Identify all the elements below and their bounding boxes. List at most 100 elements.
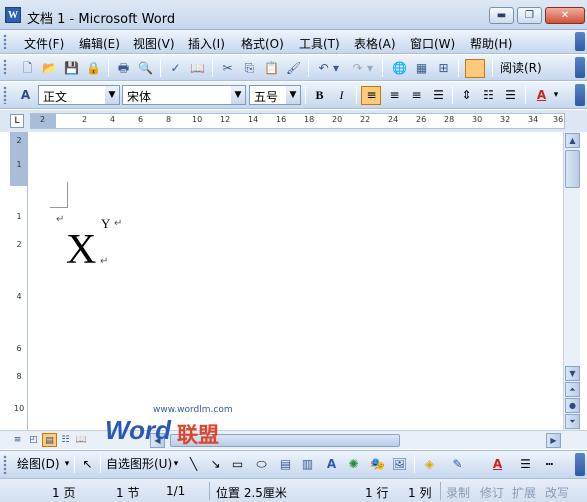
vertical-scrollbar[interactable]: ▲ ▼ ⏶ ● ⏷ (563, 132, 580, 430)
close-button[interactable]: ✕ (545, 7, 585, 24)
align-right-icon[interactable]: ≡ (407, 86, 426, 105)
document-page[interactable]: ↵ X Y ↵ ↵ (30, 132, 563, 430)
style-select[interactable]: 正文 ▼ (38, 85, 120, 105)
spelling-icon[interactable]: ✓ (166, 59, 185, 78)
size-select[interactable]: 五号 ▼ (249, 85, 301, 105)
styles-pane-icon[interactable]: A (16, 86, 35, 105)
chevron-down-icon[interactable]: ▼ (231, 86, 245, 104)
line-icon[interactable]: ╲ (184, 455, 203, 474)
chevron-down-icon[interactable]: ▾ (62, 455, 72, 474)
font-color-icon[interactable]: A (488, 455, 507, 474)
diagram-icon[interactable]: ✺ (344, 455, 363, 474)
toolbar-grip[interactable] (3, 59, 7, 76)
bullets-icon[interactable]: ☰ (501, 86, 520, 105)
paste-icon[interactable]: 📋 (262, 59, 281, 78)
save-icon[interactable]: 💾 (62, 59, 81, 78)
superscript-character[interactable]: Y (101, 216, 110, 232)
cut-icon[interactable]: ✂ (218, 59, 237, 78)
formatting-toolbar-options[interactable] (575, 84, 585, 106)
picture-icon[interactable]: 🖼 (390, 455, 409, 474)
line-style-icon[interactable]: ☰ (516, 455, 535, 474)
status-extend[interactable]: 扩展 (512, 484, 536, 501)
hyperlink-icon[interactable]: 🌐 (390, 59, 409, 78)
chevron-down-icon[interactable]: ▼ (105, 86, 119, 104)
previous-page-icon[interactable]: ⏶ (565, 382, 580, 397)
arrow-icon[interactable]: ↘ (206, 455, 225, 474)
horizontal-ruler[interactable]: 2 2 4 6 8 10 12 14 16 18 20 22 24 26 28 … (30, 113, 565, 129)
standard-toolbar-options[interactable] (575, 57, 585, 78)
fill-color-icon[interactable]: ◈ (420, 455, 439, 474)
italic-button[interactable]: I (332, 86, 351, 105)
copy-icon[interactable]: ⎘ (240, 59, 259, 78)
horizontal-scrollbar[interactable]: ≡ ◰ ▤ ☷ 📖 ◀ ▶ (0, 430, 587, 449)
dash-style-icon[interactable]: ┅ (540, 455, 559, 474)
font-select[interactable]: 宋体 ▼ (122, 85, 246, 105)
tab-selector[interactable]: L (10, 114, 24, 128)
menu-format[interactable]: 格式(O) (239, 34, 286, 53)
print-icon[interactable]: 🖶 (114, 59, 133, 78)
distribute-icon[interactable]: ☰ (429, 86, 448, 105)
font-color-dropdown-icon[interactable]: ▾ (551, 86, 561, 105)
status-overtype[interactable]: 改写 (545, 484, 569, 501)
bold-button[interactable]: B (310, 86, 329, 105)
menu-view[interactable]: 视图(V) (131, 34, 177, 53)
permission-icon[interactable]: 🔒 (84, 59, 103, 78)
line-spacing-icon[interactable]: ⇕ (457, 86, 476, 105)
read-button[interactable]: 阅读(R) (497, 58, 545, 78)
toolbar-grip[interactable] (3, 34, 7, 49)
text-box-icon[interactable]: ▤ (276, 455, 295, 474)
tables-borders-icon[interactable]: ▦ (412, 59, 431, 78)
menu-tools[interactable]: 工具(T) (297, 34, 342, 53)
draw-menu-button[interactable]: 绘图(D) (14, 454, 63, 474)
menu-bar-options[interactable] (575, 32, 585, 51)
vertical-ruler[interactable]: 2 1 1 2 4 6 8 10 (10, 132, 28, 430)
menu-window[interactable]: 窗口(W) (408, 34, 457, 53)
maximize-button[interactable]: ❐ (517, 7, 542, 24)
select-browse-object-icon[interactable]: ● (565, 398, 580, 413)
normal-view-icon[interactable]: ≡ (10, 433, 25, 447)
scroll-up-icon[interactable]: ▲ (565, 133, 580, 148)
new-icon[interactable]: 🗋 (18, 59, 37, 78)
numbering-icon[interactable]: ☷ (479, 86, 498, 105)
menu-help[interactable]: 帮助(H) (468, 34, 514, 53)
vertical-text-box-icon[interactable]: ▥ (298, 455, 317, 474)
print-view-icon[interactable]: ▤ (42, 433, 57, 447)
outline-view-icon[interactable]: ☷ (58, 433, 73, 447)
line-color-icon[interactable]: ✎ (448, 455, 467, 474)
chevron-down-icon[interactable]: ▼ (286, 86, 300, 104)
menu-edit[interactable]: 编辑(E) (77, 34, 122, 53)
scroll-right-icon[interactable]: ▶ (546, 433, 561, 448)
font-color-icon[interactable]: A (532, 86, 551, 105)
web-view-icon[interactable]: ◰ (26, 433, 41, 447)
drawing-icon[interactable] (465, 59, 485, 78)
toolbar-grip[interactable] (3, 455, 7, 474)
scroll-down-icon[interactable]: ▼ (565, 366, 580, 381)
toolbar-grip[interactable] (3, 86, 7, 104)
next-page-icon[interactable]: ⏷ (565, 414, 580, 429)
clip-art-icon[interactable]: 🎭 (368, 455, 387, 474)
menu-insert[interactable]: 插入(I) (186, 34, 227, 53)
oval-icon[interactable]: ⬭ (252, 455, 271, 474)
drawing-toolbar-options[interactable] (575, 453, 585, 476)
autoshapes-menu-button[interactable]: 自选图形(U) (103, 454, 175, 474)
print-preview-icon[interactable]: 🔍 (136, 59, 155, 78)
status-track-changes[interactable]: 修订 (480, 484, 504, 501)
chevron-down-icon[interactable]: ▾ (171, 455, 181, 474)
minimize-button[interactable]: ▬ (489, 7, 514, 24)
word-doc-icon[interactable]: W (5, 7, 21, 23)
menu-file[interactable]: 文件(F) (22, 34, 66, 53)
research-icon[interactable]: 📖 (188, 59, 207, 78)
menu-table[interactable]: 表格(A) (352, 34, 398, 53)
format-painter-icon[interactable]: 🖌 (284, 59, 303, 78)
redo-dropdown-icon[interactable]: ▾ (365, 59, 375, 78)
select-objects-icon[interactable]: ↖ (78, 455, 97, 474)
wordart-icon[interactable]: A (322, 455, 341, 474)
base-character[interactable]: X (66, 226, 96, 274)
open-icon[interactable]: 📂 (40, 59, 59, 78)
scroll-thumb[interactable] (565, 150, 580, 188)
undo-dropdown-icon[interactable]: ▾ (331, 59, 341, 78)
insert-table-icon[interactable]: ⊞ (434, 59, 453, 78)
rectangle-icon[interactable]: ▭ (228, 455, 247, 474)
center-icon[interactable]: ≡ (385, 86, 404, 105)
reading-view-icon[interactable]: 📖 (74, 433, 89, 447)
